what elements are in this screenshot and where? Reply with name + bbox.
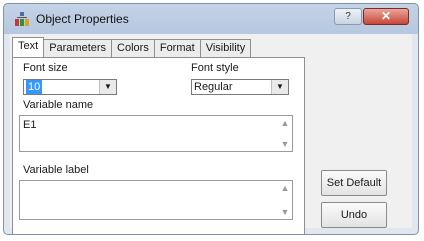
- window-title: Object Properties: [36, 12, 129, 26]
- font-size-label: Font size: [23, 62, 68, 74]
- variable-name-label: Variable name: [23, 99, 94, 111]
- undo-button[interactable]: Undo: [321, 202, 387, 228]
- font-size-select[interactable]: 10 ▼: [23, 79, 117, 95]
- font-size-value: 10: [26, 80, 43, 94]
- scroll-down-icon[interactable]: ▼: [278, 139, 292, 149]
- set-default-button[interactable]: Set Default: [321, 170, 387, 196]
- tab-text[interactable]: Text: [12, 37, 45, 57]
- tab-visibility[interactable]: Visibility: [199, 39, 252, 57]
- tab-format[interactable]: Format: [153, 39, 201, 57]
- variable-label-label: Variable label: [23, 164, 89, 176]
- variable-label-scrollbar[interactable]: ▲ ▼: [278, 181, 292, 219]
- app-icon: [15, 12, 29, 26]
- font-style-value: Regular: [194, 81, 233, 93]
- scroll-up-icon[interactable]: ▲: [278, 183, 292, 193]
- variable-name-input[interactable]: E1 ▲ ▼: [19, 115, 293, 152]
- text-tab-panel: Font size 10 ▼ Font style Regular ▼ Vari…: [12, 57, 305, 234]
- chevron-down-icon[interactable]: ▼: [271, 80, 288, 94]
- variable-name-scrollbar[interactable]: ▲ ▼: [278, 116, 292, 151]
- tab-strip: Text Parameters Colors Format Visibility: [12, 37, 252, 57]
- tab-parameters[interactable]: Parameters: [43, 39, 113, 57]
- close-icon: ✕: [380, 9, 392, 23]
- variable-name-value: E1: [23, 119, 37, 131]
- title-bar[interactable]: Object Properties ? ✕: [4, 4, 418, 34]
- object-properties-window: Object Properties ? ✕ Text Parameters Co…: [3, 3, 419, 235]
- close-button[interactable]: ✕: [363, 8, 409, 25]
- font-style-label: Font style: [191, 62, 239, 74]
- scroll-up-icon[interactable]: ▲: [278, 118, 292, 128]
- font-style-select[interactable]: Regular ▼: [191, 79, 289, 95]
- help-button[interactable]: ?: [334, 8, 362, 25]
- variable-label-input[interactable]: ▲ ▼: [19, 180, 293, 220]
- dialog-body: Text Parameters Colors Format Visibility…: [10, 34, 412, 234]
- scroll-down-icon[interactable]: ▼: [278, 207, 292, 217]
- help-icon: ?: [345, 11, 351, 22]
- tab-colors[interactable]: Colors: [111, 39, 155, 57]
- chevron-down-icon[interactable]: ▼: [99, 80, 116, 94]
